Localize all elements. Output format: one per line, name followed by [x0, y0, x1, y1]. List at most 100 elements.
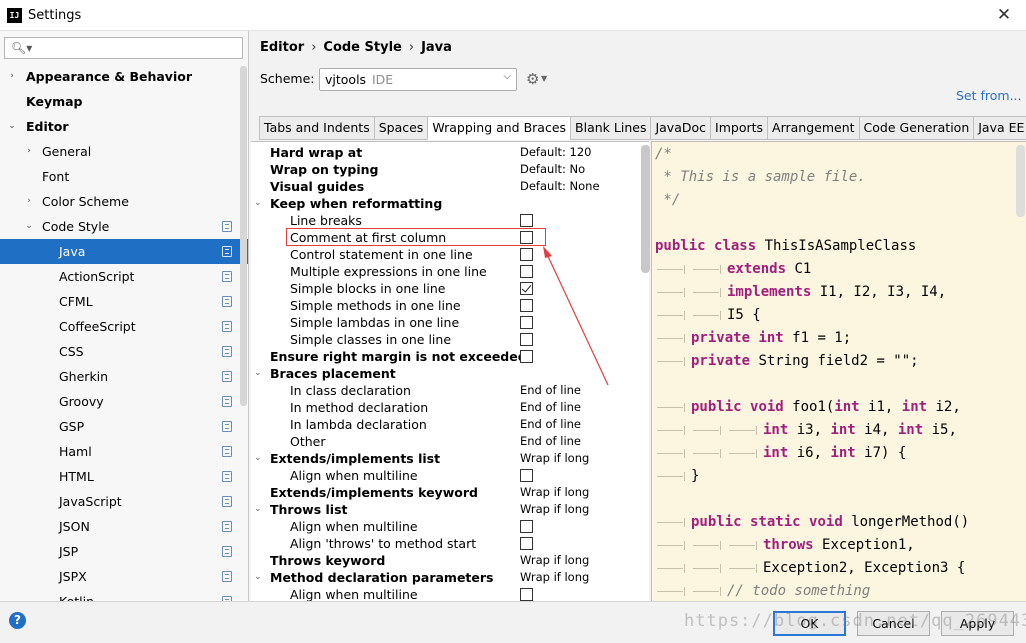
copy-settings-icon: [222, 421, 232, 432]
tab-marker: [655, 396, 691, 419]
option-checkbox[interactable]: [520, 299, 533, 312]
tab-code-generation[interactable]: Code Generation: [858, 116, 974, 140]
tab-marker: [655, 511, 691, 534]
caret-down-icon[interactable]: ▼: [541, 74, 547, 83]
tab-wrapping-and-braces[interactable]: Wrapping and Braces: [427, 116, 571, 140]
copy-settings-icon: [222, 446, 232, 457]
tab-tabs-and-indents[interactable]: Tabs and Indents: [259, 116, 374, 140]
code-token: * This is a sample file.: [655, 169, 866, 185]
code-token: Exception1,: [822, 537, 915, 553]
sidebar-item-json[interactable]: JSON: [0, 514, 248, 539]
option-label: Other: [290, 434, 326, 449]
sidebar-item-font[interactable]: Font: [0, 164, 248, 189]
tab-marker: [691, 580, 727, 601]
chevron-right-icon[interactable]: ›: [23, 139, 35, 164]
option-value[interactable]: End of line: [520, 399, 581, 416]
sidebar-item-keymap[interactable]: Keymap: [0, 89, 248, 114]
code-token: foo1(: [792, 399, 835, 415]
tab-blank-lines[interactable]: Blank Lines: [570, 116, 651, 140]
option-value[interactable]: Wrap if long: [520, 484, 589, 501]
option-checkbox[interactable]: [520, 469, 533, 482]
sidebar-scrollbar[interactable]: [240, 66, 247, 406]
option-value[interactable]: Default: None: [520, 178, 600, 195]
option-value[interactable]: Wrap if long: [520, 501, 589, 518]
sidebar-item-haml[interactable]: Haml: [0, 439, 248, 464]
chevron-down-icon[interactable]: ⌄: [23, 214, 35, 239]
chevron-down-icon[interactable]: ⌄: [254, 501, 262, 518]
tab-spaces[interactable]: Spaces: [373, 116, 428, 140]
chevron-down-icon[interactable]: ⌄: [254, 569, 262, 586]
sidebar-item-code-style[interactable]: ⌄ Code Style: [0, 214, 248, 239]
gear-icon[interactable]: ⚙: [526, 70, 539, 88]
sidebar-item-color-scheme[interactable]: › Color Scheme: [0, 189, 248, 214]
code-token: i1,: [868, 399, 902, 415]
code-token: ThisIsASampleClass: [764, 238, 917, 254]
chevron-right-icon[interactable]: ›: [23, 189, 35, 214]
chevron-down-icon[interactable]: ⌄: [6, 114, 18, 139]
tab-javadoc[interactable]: JavaDoc: [650, 116, 711, 140]
breadcrumb: Editor › Code Style › Java: [260, 40, 452, 55]
tab-java-ee-names[interactable]: Java EE Names: [973, 116, 1026, 140]
preview-scrollbar[interactable]: [1016, 145, 1025, 217]
watermark: https://blog.csdn.net/qq_2694433: [684, 611, 1026, 631]
option-row: ⌄ Keep when reformatting: [251, 195, 649, 212]
sidebar-item-css[interactable]: CSS: [0, 339, 248, 364]
option-checkbox[interactable]: [520, 316, 533, 329]
option-value[interactable]: End of line: [520, 416, 581, 433]
close-icon[interactable]: ✕: [992, 3, 1016, 27]
sidebar-item-gsp[interactable]: GSP: [0, 414, 248, 439]
sidebar-item-editor[interactable]: ⌄ Editor: [0, 114, 248, 139]
options-scrollbar[interactable]: [641, 145, 650, 273]
sidebar-item-java[interactable]: Java: [0, 239, 248, 264]
option-checkbox[interactable]: [520, 537, 533, 550]
sidebar-item-label: HTML: [59, 469, 94, 484]
sidebar-item-cfml[interactable]: CFML: [0, 289, 248, 314]
copy-settings-icon: [222, 221, 232, 232]
tab-imports[interactable]: Imports: [710, 116, 768, 140]
sidebar-item-coffeescript[interactable]: CoffeeScript: [0, 314, 248, 339]
option-value[interactable]: Wrap if long: [520, 450, 589, 467]
sidebar-item-appearance-behavior[interactable]: › Appearance & Behavior: [0, 64, 248, 89]
chevron-down-icon[interactable]: ⌄: [254, 365, 262, 382]
option-label: Method declaration parameters: [270, 570, 494, 585]
option-checkbox[interactable]: [520, 214, 533, 227]
option-value[interactable]: Default: 120: [520, 144, 592, 161]
option-checkbox[interactable]: [520, 248, 533, 261]
sidebar-item-html[interactable]: HTML: [0, 464, 248, 489]
sidebar-item-kotlin[interactable]: Kotlin: [0, 589, 248, 601]
help-icon[interactable]: ?: [9, 612, 26, 629]
set-from-link[interactable]: Set from...: [956, 88, 1022, 103]
sidebar-item-jsp[interactable]: JSP: [0, 539, 248, 564]
option-label: Keep when reformatting: [270, 196, 443, 211]
option-label: Align 'throws' to method start: [290, 536, 477, 551]
breadcrumb-separator: ›: [311, 40, 317, 55]
chevron-down-icon[interactable]: ⌄: [254, 450, 262, 467]
option-checkbox[interactable]: [520, 588, 533, 601]
option-value[interactable]: Wrap if long: [520, 552, 589, 569]
sidebar-item-javascript[interactable]: JavaScript: [0, 489, 248, 514]
option-checkbox[interactable]: [520, 282, 533, 295]
tab-marker: [727, 419, 763, 442]
sidebar-item-jspx[interactable]: JSPX: [0, 564, 248, 589]
option-row: In lambda declaration End of line: [251, 416, 649, 433]
option-checkbox[interactable]: [520, 265, 533, 278]
chevron-down-icon[interactable]: ⌄: [254, 195, 262, 212]
sidebar-item-actionscript[interactable]: ActionScript: [0, 264, 248, 289]
option-value[interactable]: Default: No: [520, 161, 585, 178]
option-checkbox[interactable]: [520, 520, 533, 533]
sidebar-item-general[interactable]: › General: [0, 139, 248, 164]
tab-arrangement[interactable]: Arrangement: [767, 116, 859, 140]
sidebar-item-label: Keymap: [26, 94, 83, 109]
option-value[interactable]: End of line: [520, 433, 581, 450]
chevron-right-icon[interactable]: ›: [6, 64, 18, 89]
option-checkbox[interactable]: [520, 350, 533, 363]
sidebar-item-groovy[interactable]: Groovy: [0, 389, 248, 414]
settings-search-input[interactable]: 🔍︎▾: [4, 37, 243, 59]
sidebar-item-label: Gherkin: [59, 369, 109, 384]
sidebar-item-gherkin[interactable]: Gherkin: [0, 364, 248, 389]
option-value[interactable]: Wrap if long: [520, 569, 589, 586]
option-checkbox[interactable]: [520, 333, 533, 346]
scheme-dropdown[interactable]: vjtools IDE ⌵: [319, 68, 517, 91]
annotation-highlight-box: [286, 228, 546, 246]
option-value[interactable]: End of line: [520, 382, 581, 399]
